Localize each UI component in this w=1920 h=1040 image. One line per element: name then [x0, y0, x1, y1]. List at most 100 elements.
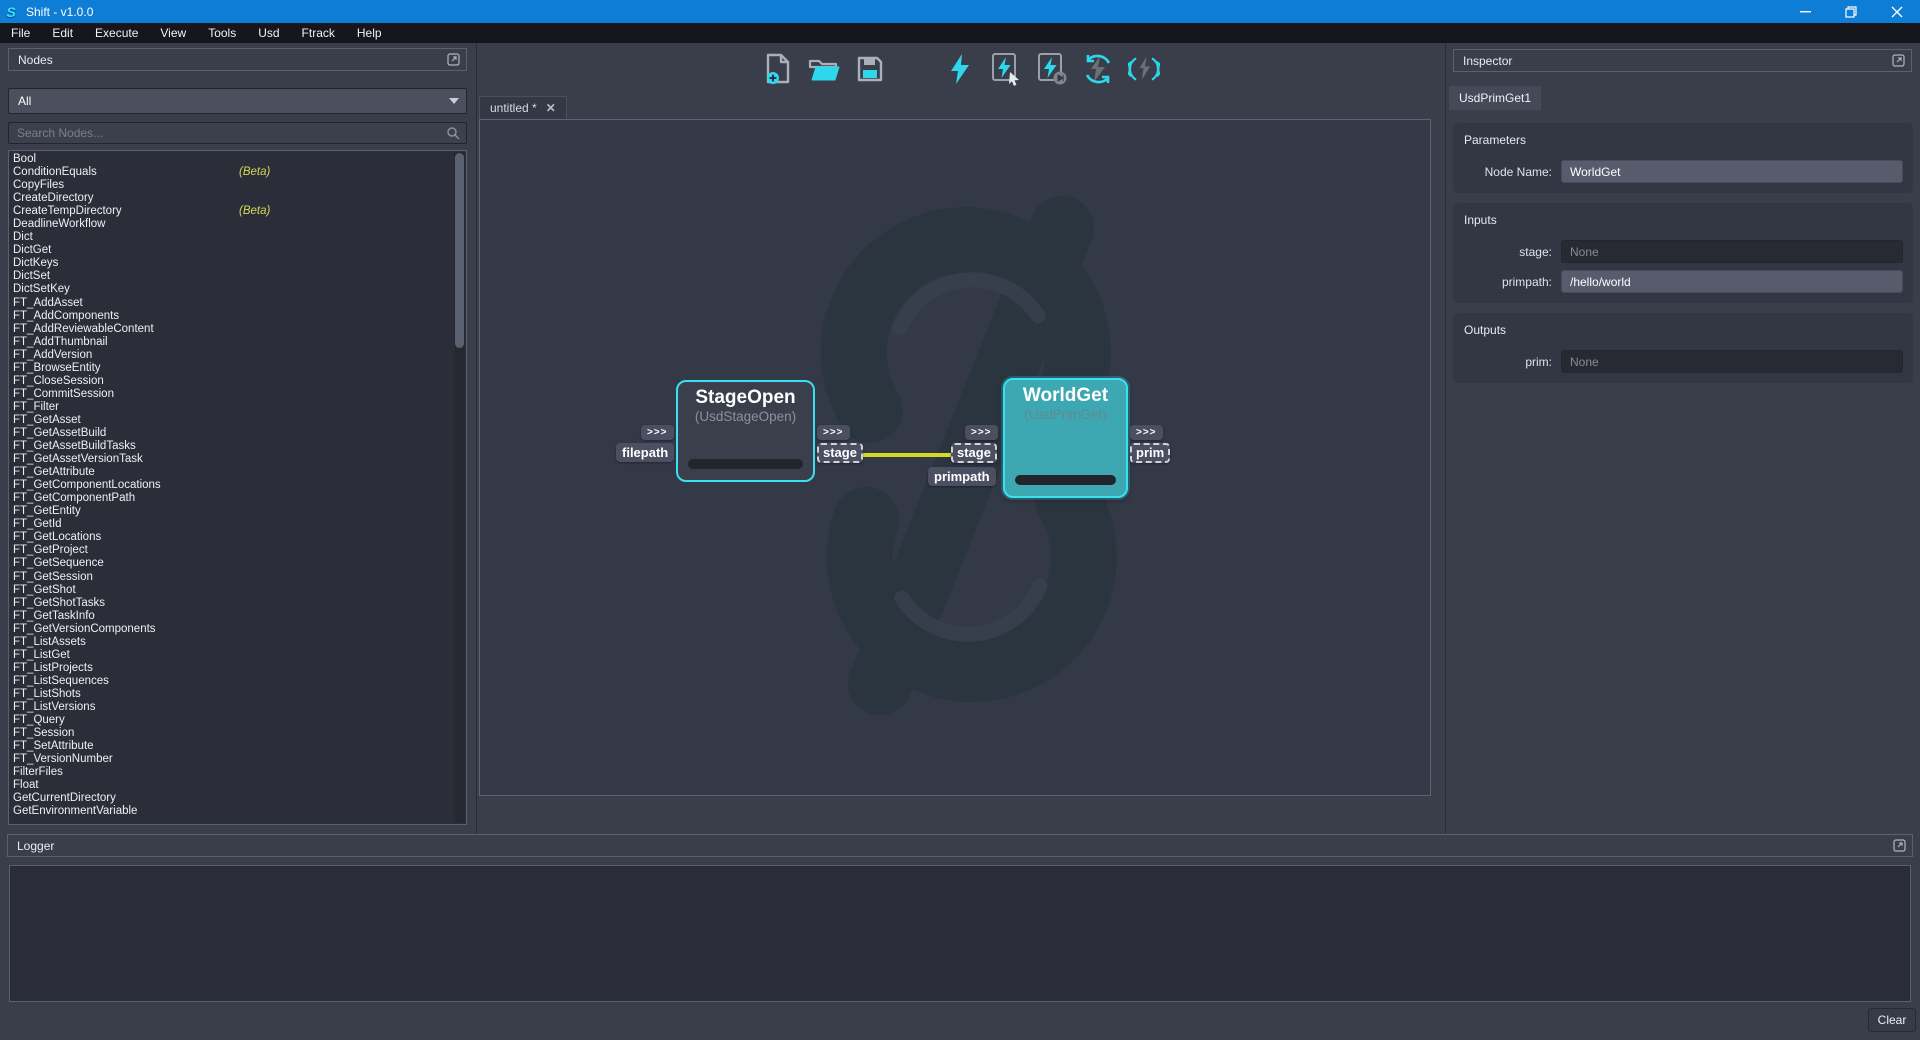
undock-icon[interactable] — [1893, 839, 1906, 852]
port-exec-out[interactable]: >>> — [1130, 425, 1163, 440]
list-item[interactable]: CreateDirectory — [9, 192, 454, 205]
list-item[interactable]: GetEnvironmentVariable — [9, 805, 454, 818]
list-item[interactable]: FT_GetComponentPath — [9, 492, 454, 505]
undock-icon[interactable] — [447, 53, 460, 66]
menu-tools[interactable]: Tools — [197, 23, 247, 43]
live-execute-button[interactable] — [1128, 52, 1160, 86]
list-item[interactable]: FT_ListVersions — [9, 701, 454, 714]
port-input-stage[interactable]: stage — [951, 443, 997, 463]
open-scene-button[interactable] — [808, 52, 840, 86]
tab-close-icon[interactable]: ✕ — [546, 101, 556, 115]
list-item[interactable]: DeadlineWorkflow — [9, 218, 454, 231]
inspected-node-tab[interactable]: UsdPrimGet1 — [1449, 86, 1541, 110]
list-item[interactable]: FT_GetSequence — [9, 557, 454, 570]
search-nodes-input[interactable]: Search Nodes... — [8, 122, 467, 144]
menu-help[interactable]: Help — [346, 23, 393, 43]
list-item[interactable]: FT_GetVersionComponents — [9, 623, 454, 636]
list-item[interactable]: FT_SetAttribute — [9, 740, 454, 753]
port-input-primpath[interactable]: primpath — [928, 467, 996, 486]
list-item[interactable]: FT_AddComponents — [9, 310, 454, 323]
list-item[interactable]: FT_GetSession — [9, 571, 454, 584]
list-item[interactable]: Dict — [9, 231, 454, 244]
list-item[interactable]: FT_Query — [9, 714, 454, 727]
parameter-field-nodename[interactable]: WorldGet — [1561, 160, 1903, 183]
list-item[interactable]: FT_GetLocations — [9, 531, 454, 544]
list-item[interactable]: FT_AddAsset — [9, 297, 454, 310]
list-item[interactable]: FT_AddThumbnail — [9, 336, 454, 349]
node-graph-canvas[interactable]: StageOpen (UsdStageOpen) >>> filepath >>… — [479, 119, 1431, 796]
node-filter-dropdown[interactable]: All — [8, 88, 467, 114]
minimize-button[interactable] — [1782, 0, 1828, 23]
list-item[interactable]: FilterFiles — [9, 766, 454, 779]
list-item[interactable]: FT_GetAssetBuildTasks — [9, 440, 454, 453]
menu-execute[interactable]: Execute — [84, 23, 149, 43]
menu-view[interactable]: View — [149, 23, 197, 43]
list-item[interactable]: CreateTempDirectory(Beta) — [9, 205, 454, 218]
list-item[interactable]: FT_ListGet — [9, 649, 454, 662]
list-item[interactable]: CopyFiles — [9, 179, 454, 192]
list-item[interactable]: FT_GetShot — [9, 584, 454, 597]
restore-button[interactable] — [1828, 0, 1874, 23]
save-scene-button[interactable] — [854, 52, 886, 86]
list-item[interactable]: FT_CommitSession — [9, 388, 454, 401]
list-item[interactable]: FT_GetEntity — [9, 505, 454, 518]
node-worldget[interactable]: WorldGet (UsdPrimGet) — [1003, 378, 1128, 498]
list-item[interactable]: Float — [9, 779, 454, 792]
list-item[interactable]: Bool — [9, 153, 454, 166]
list-item[interactable]: FT_GetProject — [9, 544, 454, 557]
list-item[interactable]: FT_Session — [9, 727, 454, 740]
new-scene-button[interactable] — [762, 52, 794, 86]
port-exec-in[interactable]: >>> — [965, 425, 998, 440]
close-button[interactable] — [1874, 0, 1920, 23]
node-stageopen[interactable]: StageOpen (UsdStageOpen) — [676, 380, 815, 482]
list-item[interactable]: DictSet — [9, 270, 454, 283]
connection-edge-stage[interactable] — [858, 453, 956, 457]
list-item[interactable]: FT_VersionNumber — [9, 753, 454, 766]
refresh-execute-button[interactable] — [1082, 52, 1114, 86]
clear-logger-button[interactable]: Clear — [1868, 1008, 1916, 1032]
undock-icon[interactable] — [1892, 54, 1905, 67]
execute-button[interactable] — [944, 52, 976, 86]
list-item[interactable]: FT_GetAsset — [9, 414, 454, 427]
scrollbar[interactable] — [454, 152, 465, 823]
list-item[interactable]: DictKeys — [9, 257, 454, 270]
menu-bar: FileEditExecuteViewToolsUsdFtrackHelp — [0, 23, 1920, 43]
parameter-field-primpath[interactable]: /hello/world — [1561, 270, 1903, 293]
port-input-filepath[interactable]: filepath — [616, 443, 674, 462]
list-item[interactable]: FT_AddVersion — [9, 349, 454, 362]
list-item[interactable]: FT_GetShotTasks — [9, 597, 454, 610]
list-item[interactable]: GetCurrentDirectory — [9, 792, 454, 805]
list-item[interactable]: FT_GetId — [9, 518, 454, 531]
list-item[interactable]: DictGet — [9, 244, 454, 257]
node-type-label: FT_GetAssetBuild — [13, 427, 106, 439]
list-item[interactable]: ConditionEquals(Beta) — [9, 166, 454, 179]
menu-edit[interactable]: Edit — [41, 23, 84, 43]
list-item[interactable]: FT_GetAssetVersionTask — [9, 453, 454, 466]
menu-usd[interactable]: Usd — [247, 23, 290, 43]
list-item[interactable]: FT_AddReviewableContent — [9, 323, 454, 336]
list-item[interactable]: FT_GetAssetBuild — [9, 427, 454, 440]
list-item[interactable]: FT_GetComponentLocations — [9, 479, 454, 492]
list-item[interactable]: DictSetKey — [9, 283, 454, 296]
execute-from-selected-button[interactable] — [1036, 52, 1068, 86]
port-output-stage[interactable]: stage — [817, 443, 863, 463]
menu-ftrack[interactable]: Ftrack — [291, 23, 346, 43]
minimize-icon — [1800, 6, 1811, 17]
list-item[interactable]: FT_GetTaskInfo — [9, 610, 454, 623]
port-exec-in[interactable]: >>> — [641, 425, 674, 440]
scrollbar-handle[interactable] — [455, 153, 464, 348]
list-item[interactable]: FT_ListSequences — [9, 675, 454, 688]
port-exec-out[interactable]: >>> — [817, 425, 850, 440]
execute-selected-button[interactable] — [990, 52, 1022, 86]
port-output-prim[interactable]: prim — [1130, 443, 1170, 463]
list-item[interactable]: FT_ListProjects — [9, 662, 454, 675]
nodes-panel: Nodes All Search Nodes... BoolConditionE… — [0, 43, 477, 834]
list-item[interactable]: FT_ListAssets — [9, 636, 454, 649]
list-item[interactable]: FT_ListShots — [9, 688, 454, 701]
list-item[interactable]: FT_GetAttribute — [9, 466, 454, 479]
list-item[interactable]: FT_CloseSession — [9, 375, 454, 388]
list-item[interactable]: FT_BrowseEntity — [9, 362, 454, 375]
menu-file[interactable]: File — [0, 23, 41, 43]
list-item[interactable]: FT_Filter — [9, 401, 454, 414]
tab-untitled[interactable]: untitled * ✕ — [479, 96, 567, 119]
